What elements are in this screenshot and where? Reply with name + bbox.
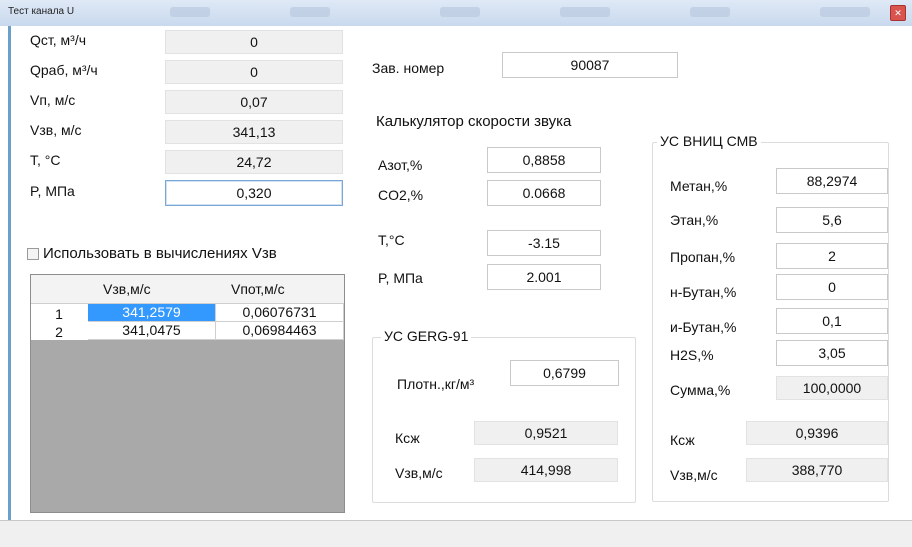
sum-label: Сумма,% [670, 382, 731, 398]
param-value-vp: 0,07 [165, 90, 343, 114]
gerg-ksg-label: Ксж [395, 430, 420, 446]
param-value-vzv: 341,13 [165, 120, 343, 144]
n-butane-input[interactable]: 0 [776, 274, 888, 300]
sound-speed-grid[interactable]: Vзв,м/с Vпот,м/с 1 341,2579 0,06076731 2… [30, 274, 345, 513]
param-value-t: 24,72 [165, 150, 343, 174]
param-label-qrab: Qраб, м³/ч [30, 62, 98, 78]
gerg-ksg-value: 0,9521 [474, 421, 618, 445]
propane-input[interactable]: 2 [776, 243, 888, 269]
serial-label: Зав. номер [372, 60, 445, 76]
pressure-label: P, МПа [378, 270, 423, 286]
grid-row-num: 2 [55, 324, 63, 340]
n-butane-label: н-Бутан,% [670, 284, 737, 300]
grid-cell-vzv[interactable]: 341,0475 [88, 322, 216, 340]
h2s-label: H2S,% [670, 347, 714, 363]
nitrogen-input[interactable]: 0,8858 [487, 147, 601, 173]
grid-header: Vзв,м/с Vпот,м/с [31, 275, 344, 304]
vnic-ksg-label: Ксж [670, 432, 695, 448]
density-input[interactable]: 0,6799 [510, 360, 619, 386]
close-button[interactable]: ✕ [890, 5, 906, 21]
left-edge [8, 26, 11, 520]
vnic-title: УС ВНИЦ СМВ [657, 133, 761, 149]
gerg-vzv-label: Vзв,м/с [395, 465, 443, 481]
grid-col-vpot[interactable]: Vпот,м/с [231, 281, 285, 297]
ethane-label: Этан,% [670, 212, 719, 228]
param-value-qst: 0 [165, 30, 343, 54]
window-title: Тест канала U [8, 6, 75, 17]
grid-col-vzv[interactable]: Vзв,м/с [103, 281, 151, 297]
gerg-vzv-value: 414,998 [474, 458, 618, 482]
i-butane-label: и-Бутан,% [670, 319, 737, 335]
methane-label: Метан,% [670, 178, 728, 194]
vnic-vzv-label: Vзв,м/с [670, 467, 718, 483]
i-butane-input[interactable]: 0,1 [776, 308, 888, 334]
title-blur-6 [820, 7, 870, 17]
param-label-t: T, °C [30, 152, 61, 168]
param-label-vzv: Vзв, м/с [30, 122, 82, 138]
grid-row-num: 1 [55, 306, 63, 322]
grid-cell-vpot[interactable]: 0,06076731 [216, 304, 344, 322]
vnic-ksg-value: 0,9396 [746, 421, 888, 445]
param-label-qst: Qст, м³/ч [30, 32, 86, 48]
title-bar: Тест канала U ✕ [0, 0, 912, 27]
calculator-title: Калькулятор скорости звука [376, 113, 572, 130]
methane-input[interactable]: 88,2974 [776, 168, 888, 194]
title-blur-1 [170, 7, 210, 17]
grid-cell-vzv[interactable]: 341,2579 [88, 304, 216, 322]
title-blur-2 [290, 7, 330, 17]
grid-rows: 1 341,2579 0,06076731 2 341,0475 0,06984… [31, 304, 344, 340]
co2-label: CO2,% [378, 187, 424, 203]
density-label: Плотн.,кг/м³ [397, 376, 475, 392]
use-vzv-label[interactable]: Использовать в вычислениях Vзв [43, 245, 277, 262]
co2-input[interactable]: 0.0668 [487, 180, 601, 206]
title-blur-5 [690, 7, 730, 17]
temp-label: T,°C [378, 232, 405, 248]
title-blur-4 [560, 7, 610, 17]
nitrogen-label: Азот,% [378, 157, 423, 173]
serial-input[interactable]: 90087 [502, 52, 678, 78]
param-value-qrab: 0 [165, 60, 343, 84]
use-vzv-checkbox[interactable] [27, 248, 39, 260]
param-label-p: P, МПа [30, 183, 75, 199]
grid-cell-vpot[interactable]: 0,06984463 [216, 322, 344, 340]
gerg-title: УС GERG-91 [381, 328, 472, 344]
ethane-input[interactable]: 5,6 [776, 207, 888, 233]
pressure-input[interactable]: 2.001 [487, 264, 601, 290]
h2s-input[interactable]: 3,05 [776, 340, 888, 366]
sum-value: 100,0000 [776, 376, 888, 400]
param-label-vp: Vп, м/с [30, 92, 76, 108]
temp-input[interactable]: -3.15 [487, 230, 601, 256]
title-blur-3 [440, 7, 480, 17]
vnic-vzv-value: 388,770 [746, 458, 888, 482]
propane-label: Пропан,% [670, 249, 736, 265]
status-bar [0, 520, 912, 547]
param-input-p[interactable]: 0,320 [165, 180, 343, 206]
